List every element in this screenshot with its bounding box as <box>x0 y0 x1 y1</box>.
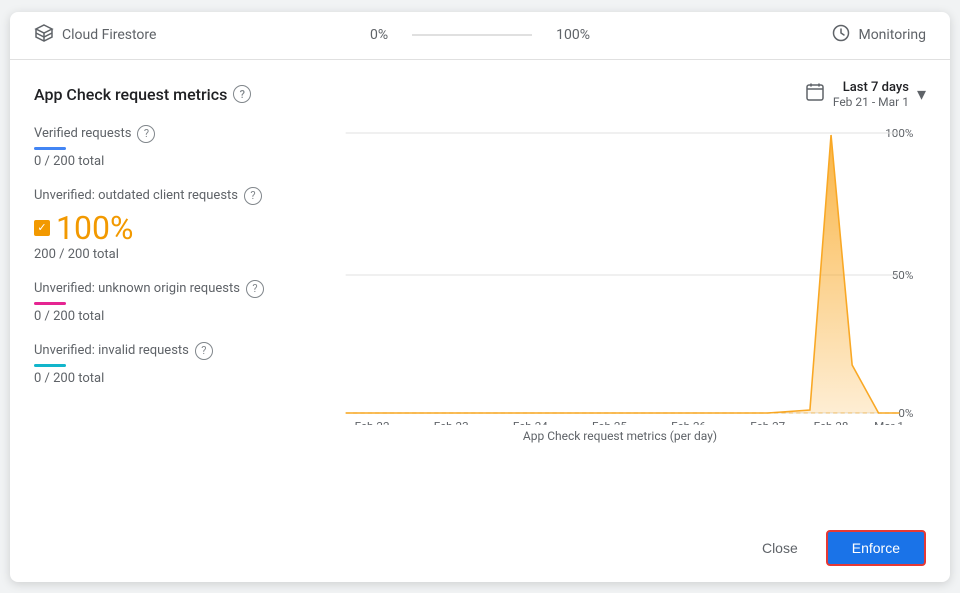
metrics-help-icon[interactable]: ? <box>233 85 251 103</box>
metric-unknown-label: Unverified: unknown origin requests ? <box>34 280 314 298</box>
date-picker[interactable]: Last 7 days Feb 21 - Mar 1 ▾ <box>805 80 926 109</box>
svg-text:Feb 25: Feb 25 <box>592 420 627 425</box>
metric-verified: Verified requests ? 0 / 200 total <box>34 125 314 169</box>
invalid-line <box>34 364 66 367</box>
metric-verified-label: Verified requests ? <box>34 125 314 143</box>
chart-svg: 100% 50% 0% Feb 22 Feb 23 Feb 24 Feb 25 … <box>314 125 926 425</box>
metrics-title-text: App Check request metrics <box>34 85 227 104</box>
body-layout: Verified requests ? 0 / 200 total Unveri… <box>34 125 926 513</box>
main-content: App Check request metrics ? Last 7 days … <box>10 60 950 513</box>
invalid-label-text: Unverified: invalid requests <box>34 343 189 358</box>
invalid-value: 0 / 200 total <box>34 371 314 386</box>
service-label: Cloud Firestore <box>62 27 156 43</box>
percent-100: 100% <box>556 27 590 43</box>
date-range-sub: Feb 21 - Mar 1 <box>833 95 909 109</box>
dialog: Cloud Firestore 0% 100% Monitoring App C… <box>10 12 950 582</box>
percent-0: 0% <box>370 27 388 43</box>
unknown-help-icon[interactable]: ? <box>246 280 264 298</box>
metric-outdated-label: Unverified: outdated client requests ? <box>34 187 314 205</box>
dropdown-arrow-icon: ▾ <box>917 84 926 105</box>
service-section: Cloud Firestore <box>34 24 331 47</box>
monitoring-section: Monitoring <box>629 24 926 46</box>
metric-outdated-percent: 100% <box>34 209 314 247</box>
svg-text:Mar 1: Mar 1 <box>874 420 904 425</box>
chart-container: 100% 50% 0% Feb 22 Feb 23 Feb 24 Feb 25 … <box>314 125 926 425</box>
verified-help-icon[interactable]: ? <box>137 125 155 143</box>
firestore-icon <box>34 24 54 47</box>
outdated-checkbox[interactable] <box>34 220 50 236</box>
svg-text:100%: 100% <box>885 127 913 140</box>
metrics-header: App Check request metrics ? Last 7 days … <box>34 80 926 109</box>
metric-invalid-label: Unverified: invalid requests ? <box>34 342 314 360</box>
outdated-help-icon[interactable]: ? <box>244 187 262 205</box>
top-bar: Cloud Firestore 0% 100% Monitoring <box>10 12 950 60</box>
svg-text:Feb 28: Feb 28 <box>814 420 849 425</box>
close-button[interactable]: Close <box>746 532 814 564</box>
metric-invalid: Unverified: invalid requests ? 0 / 200 t… <box>34 342 314 386</box>
metric-outdated: Unverified: outdated client requests ? 1… <box>34 187 314 262</box>
date-picker-text: Last 7 days Feb 21 - Mar 1 <box>833 80 909 109</box>
monitoring-label: Monitoring <box>858 27 926 43</box>
svg-text:Feb 24: Feb 24 <box>513 420 549 425</box>
enforce-button[interactable]: Enforce <box>826 530 926 566</box>
chart-area: 100% 50% 0% Feb 22 Feb 23 Feb 24 Feb 25 … <box>314 125 926 513</box>
footer: Close Enforce <box>10 513 950 582</box>
svg-text:Feb 26: Feb 26 <box>671 420 706 425</box>
clock-icon <box>832 24 850 46</box>
unknown-line <box>34 302 66 305</box>
svg-text:Feb 22: Feb 22 <box>355 420 390 425</box>
percent-section: 0% 100% <box>331 27 628 43</box>
verified-line <box>34 147 66 150</box>
invalid-help-icon[interactable]: ? <box>195 342 213 360</box>
outdated-label-text: Unverified: outdated client requests <box>34 188 238 203</box>
svg-text:50%: 50% <box>892 269 914 282</box>
svg-text:Feb 23: Feb 23 <box>434 420 469 425</box>
metrics-list: Verified requests ? 0 / 200 total Unveri… <box>34 125 314 513</box>
svg-text:Feb 27: Feb 27 <box>750 420 785 425</box>
calendar-icon <box>805 82 825 106</box>
unknown-label-text: Unverified: unknown origin requests <box>34 281 240 296</box>
verified-label-text: Verified requests <box>34 126 131 141</box>
outdated-value: 200 / 200 total <box>34 247 314 262</box>
chart-xlabel: App Check request metrics (per day) <box>314 429 926 443</box>
svg-text:0%: 0% <box>898 407 913 420</box>
date-range-label: Last 7 days <box>833 80 909 95</box>
verified-value: 0 / 200 total <box>34 154 314 169</box>
metric-unknown: Unverified: unknown origin requests ? 0 … <box>34 280 314 324</box>
outdated-percent-text: 100% <box>56 209 133 247</box>
metrics-title: App Check request metrics ? <box>34 85 251 104</box>
unknown-value: 0 / 200 total <box>34 309 314 324</box>
